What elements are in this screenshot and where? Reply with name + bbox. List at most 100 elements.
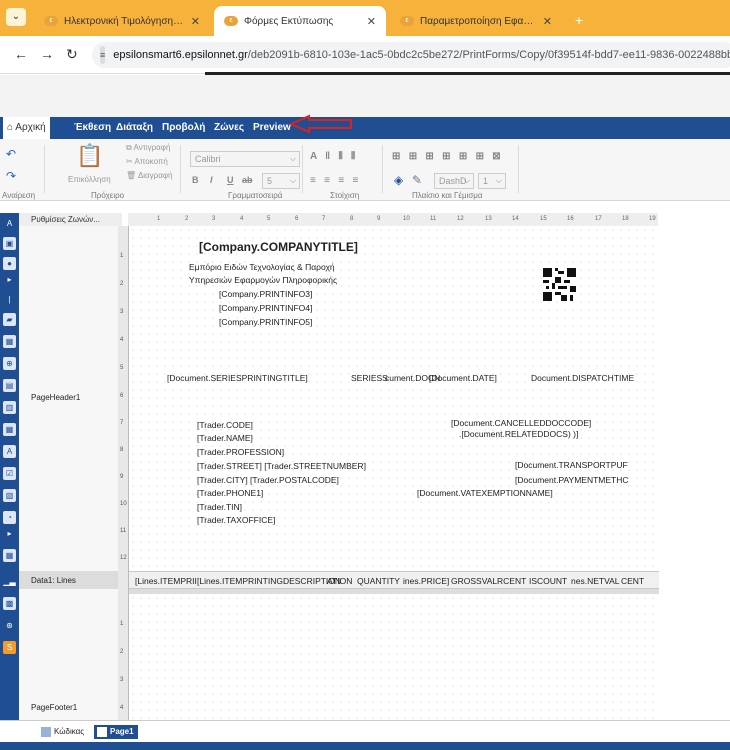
paste-button[interactable]: Επικόλληση (68, 175, 111, 184)
redo-icon[interactable]: ↷ (6, 169, 16, 183)
subreport-tool-icon[interactable]: ▥ (3, 401, 16, 414)
printinfo4-field[interactable]: [Company.PRINTINFO4] (219, 303, 312, 313)
sparkline-tool-icon[interactable]: ▩ (3, 597, 16, 610)
close-tab-icon[interactable]: ✕ (191, 15, 200, 28)
italic-button[interactable]: I (210, 175, 213, 185)
border-color-icon[interactable]: ✎ (412, 173, 422, 187)
shape-tool-icon[interactable]: ▰ (3, 313, 16, 326)
related-docs-field[interactable]: .[Document.RELATEDDOCS) )] (459, 429, 578, 439)
tab-view[interactable]: Προβολή (162, 117, 205, 139)
chart-tool-icon[interactable]: ▤ (3, 379, 16, 392)
bar-chart-tool-icon[interactable]: ▁▃ (3, 575, 16, 588)
trader-tin-field[interactable]: [Trader.TIN] (197, 502, 242, 512)
svg-tool-icon[interactable]: S (3, 641, 16, 654)
line-description-field[interactable]: ATION (327, 576, 352, 586)
line-item-desc-field[interactable]: [Lines.ITEMPRINTINGDESCRIPTION (197, 576, 341, 586)
line-price-field[interactable]: ines.PRICE] (403, 576, 449, 586)
url-field[interactable]: ≡ epsilonsmart6.epsilonnet.gr/deb2091b-6… (92, 42, 730, 68)
code-tab[interactable]: Κώδικας (38, 725, 88, 739)
browser-tab-app-settings[interactable]: ε Παραμετροποίηση Εφαρμογής ✕ (390, 6, 562, 36)
series-title-field[interactable]: [Document.SERIESPRINTINGTITLE] (167, 373, 308, 383)
trader-profession-field[interactable]: [Trader.PROFESSION] (197, 447, 284, 457)
cut-button[interactable]: ✂ Αποκοπή (126, 157, 168, 166)
textbox-tool-icon[interactable]: A (3, 445, 16, 458)
gauge-tool-icon[interactable]: ◔ (3, 511, 16, 524)
tab-layout[interactable]: Διάταξη (116, 117, 153, 139)
tab-bands[interactable]: Ζώνες (214, 117, 244, 139)
table-tool-icon[interactable]: ▦ (3, 335, 16, 348)
close-tab-icon[interactable]: ✕ (367, 15, 376, 28)
transport-field[interactable]: [Document.TRANSPORTPUF (515, 460, 628, 470)
underline-button[interactable]: U (227, 175, 234, 185)
band-settings-header[interactable]: Ρυθμίσεις Ζωνών... (19, 213, 122, 226)
richtext-tool-icon[interactable]: ▧ (3, 489, 16, 502)
tab-report[interactable]: Έκθεση (74, 117, 111, 139)
undo-icon[interactable]: ↶ (6, 147, 16, 161)
vat-exemption-field[interactable]: [Document.VATEXEMPTIONNAME] (417, 488, 553, 498)
copy-button[interactable]: ⧉ Αντιγραφή (126, 143, 170, 153)
fill-color-icon[interactable]: ◈ (394, 173, 403, 187)
payment-method-field[interactable]: [Document.PAYMENTMETHC (515, 475, 629, 485)
line-percent-field[interactable]: RCENT (497, 576, 526, 586)
line-item-code-field[interactable]: [Lines.ITEMPRII (135, 576, 197, 586)
trader-phone-field[interactable]: [Trader.PHONE1] (197, 488, 263, 498)
bold-button[interactable]: B (192, 175, 199, 185)
window-menu-button[interactable]: ⌄ (6, 8, 26, 26)
text-align-top-icon[interactable]: A ‖ ⫴ ⫴ (310, 151, 355, 162)
back-icon[interactable]: ← (14, 46, 28, 62)
line-net-value-field[interactable]: nes.NETVAL (571, 576, 620, 586)
line-tool-icon[interactable]: | (3, 293, 16, 306)
border-style-select[interactable]: DashD ⌵ (434, 173, 474, 189)
expand-icon[interactable]: ▸ (3, 273, 16, 286)
expand-icon[interactable]: ▸ (3, 527, 16, 540)
trader-code-field[interactable]: [Trader.CODE] (197, 420, 253, 430)
tab-home[interactable]: ⌂ Αρχική (3, 117, 50, 139)
printinfo3-field[interactable]: [Company.PRINTINFO3] (219, 289, 312, 299)
barcode-tool-icon[interactable]: ⊛ (3, 619, 16, 632)
company-title-field[interactable]: [Company.COMPANYTITLE] (199, 240, 358, 254)
band-lines-row[interactable]: Data1: Lines (19, 571, 122, 589)
checkbox-tool-icon[interactable]: ☑ (3, 467, 16, 480)
band-page-footer[interactable]: PageFooter1 (31, 703, 77, 712)
close-tab-icon[interactable]: ✕ (543, 15, 552, 28)
page1-tab[interactable]: Page1 (94, 725, 138, 739)
reload-icon[interactable]: ↻ (66, 46, 78, 63)
company-desc-2[interactable]: Υπηρεσιών Εφαρμογών Πληροφορικής (189, 275, 337, 285)
trader-city-field[interactable]: [Trader.CITY] [Trader.POSTALCODE] (197, 475, 339, 485)
line-vat-percent-field[interactable]: CENT (621, 576, 644, 586)
globe-tool-icon[interactable]: ⊕ (3, 357, 16, 370)
line-discount-field[interactable]: ISCOUNT (529, 576, 567, 586)
tab-preview[interactable]: Preview (253, 117, 291, 139)
browser-tab-einvoicing[interactable]: ε Ηλεκτρονική Τιμολόγηση – Τιμ ✕ (34, 6, 210, 36)
delete-button[interactable]: 🗑 Διαγραφή (126, 171, 173, 180)
cancelled-doc-field[interactable]: [Document.CANCELLEDDOCCODE] (451, 418, 591, 428)
forward-icon[interactable]: → (40, 46, 54, 62)
trader-taxoffice-field[interactable]: [Trader.TAXOFFICE] (197, 515, 275, 525)
qr-code-icon[interactable] (543, 268, 576, 301)
font-name-select[interactable]: Calibri ⌵ (190, 151, 300, 167)
series-field[interactable]: SERIESS (351, 373, 388, 383)
line-gross-value-field[interactable]: GROSSVAL (451, 576, 497, 586)
pivot-tool-icon[interactable]: ▦ (3, 549, 16, 562)
font-size-select[interactable]: 5 ⌵ (262, 173, 300, 189)
printinfo5-field[interactable]: [Company.PRINTINFO5] (219, 317, 312, 327)
border-sides-icon[interactable]: ⊞ ⊞ ⊞ ⊞ ⊞ ⊞ ⊠ (392, 151, 501, 162)
browser-tab-print-forms[interactable]: ε Φόρμες Εκτύπωσης ✕ (214, 6, 386, 36)
line-quantity-field[interactable]: QUANTITY (357, 576, 400, 586)
band-page-header[interactable]: PageHeader1 (31, 393, 80, 402)
new-tab-button[interactable]: + (575, 12, 583, 28)
grid-tool-icon[interactable]: ▦ (3, 423, 16, 436)
dispatch-time-field[interactable]: Document.DISPATCHTIME (531, 373, 634, 383)
picture-tool-icon[interactable]: ▣ (3, 237, 16, 250)
site-settings-icon[interactable]: ≡ (100, 46, 106, 64)
company-desc-1[interactable]: Εμπόριο Ειδών Τεχνολογίας & Παροχή (189, 262, 335, 272)
text-align-icon[interactable]: ≡ ≡ ≡ ≡ (310, 175, 358, 186)
strikethrough-button[interactable]: ab (242, 175, 253, 185)
design-canvas[interactable]: [Company.COMPANYTITLE] Εμπόριο Ειδών Τεχ… (128, 226, 659, 720)
label-tool-icon[interactable]: A (3, 217, 16, 230)
trader-street-field[interactable]: [Trader.STREET] [Trader.STREETNUMBER] (197, 461, 366, 471)
paste-icon[interactable]: 📋 (76, 143, 103, 169)
border-width-select[interactable]: 1 ⌵ (478, 173, 506, 189)
user-tool-icon[interactable]: ● (3, 257, 16, 270)
lines-band[interactable]: [Lines.ITEMPRII [Lines.ITEMPRINTINGDESCR… (129, 571, 659, 589)
